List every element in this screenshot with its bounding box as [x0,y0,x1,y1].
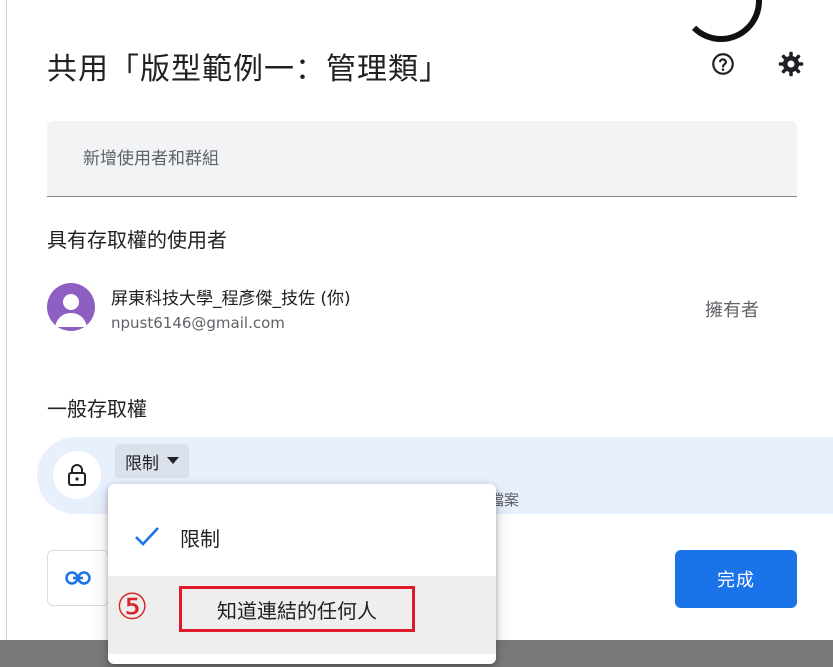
menu-item-restricted[interactable]: 限制 [108,498,496,576]
copy-link-button[interactable] [47,550,109,606]
step-marker: ⑤ [116,587,149,628]
dialog-title: 共用「版型範例一：管理類」 [47,52,450,87]
link-icon [65,571,91,585]
done-button[interactable]: 完成 [675,550,797,608]
general-access-dropdown[interactable]: 限制 [115,444,189,478]
lock-icon-container [53,451,101,499]
avatar [47,283,95,331]
help-circle-icon [712,53,734,75]
access-dropdown-menu: 限制 ⑤ 知道連結的任何人 [108,484,496,664]
user-name: 屏東科技大學_程彥傑_技佐 (你) [111,289,351,309]
caret-down-icon [167,457,179,464]
menu-item-label: 知道連結的任何人 [217,598,377,623]
general-access-selected-value: 限制 [125,453,159,474]
check-icon [135,527,159,546]
people-with-access-label: 具有存取權的使用者 [47,228,227,252]
lock-icon [68,464,86,486]
help-button[interactable] [707,48,739,80]
gear-icon [778,51,804,77]
owner-role-label: 擁有者 [705,300,759,321]
add-people-input[interactable] [47,121,797,196]
add-people-field[interactable] [47,121,797,197]
highlight-box: 知道連結的任何人 [179,586,415,632]
settings-button[interactable] [775,48,807,80]
user-email: npust6146@gmail.com [111,314,285,332]
menu-item-label: 限制 [180,526,220,551]
user-avatar-icon [55,294,87,327]
menu-item-anyone-with-link[interactable]: ⑤ 知道連結的任何人 [108,576,496,654]
general-access-label: 一般存取權 [47,397,147,421]
